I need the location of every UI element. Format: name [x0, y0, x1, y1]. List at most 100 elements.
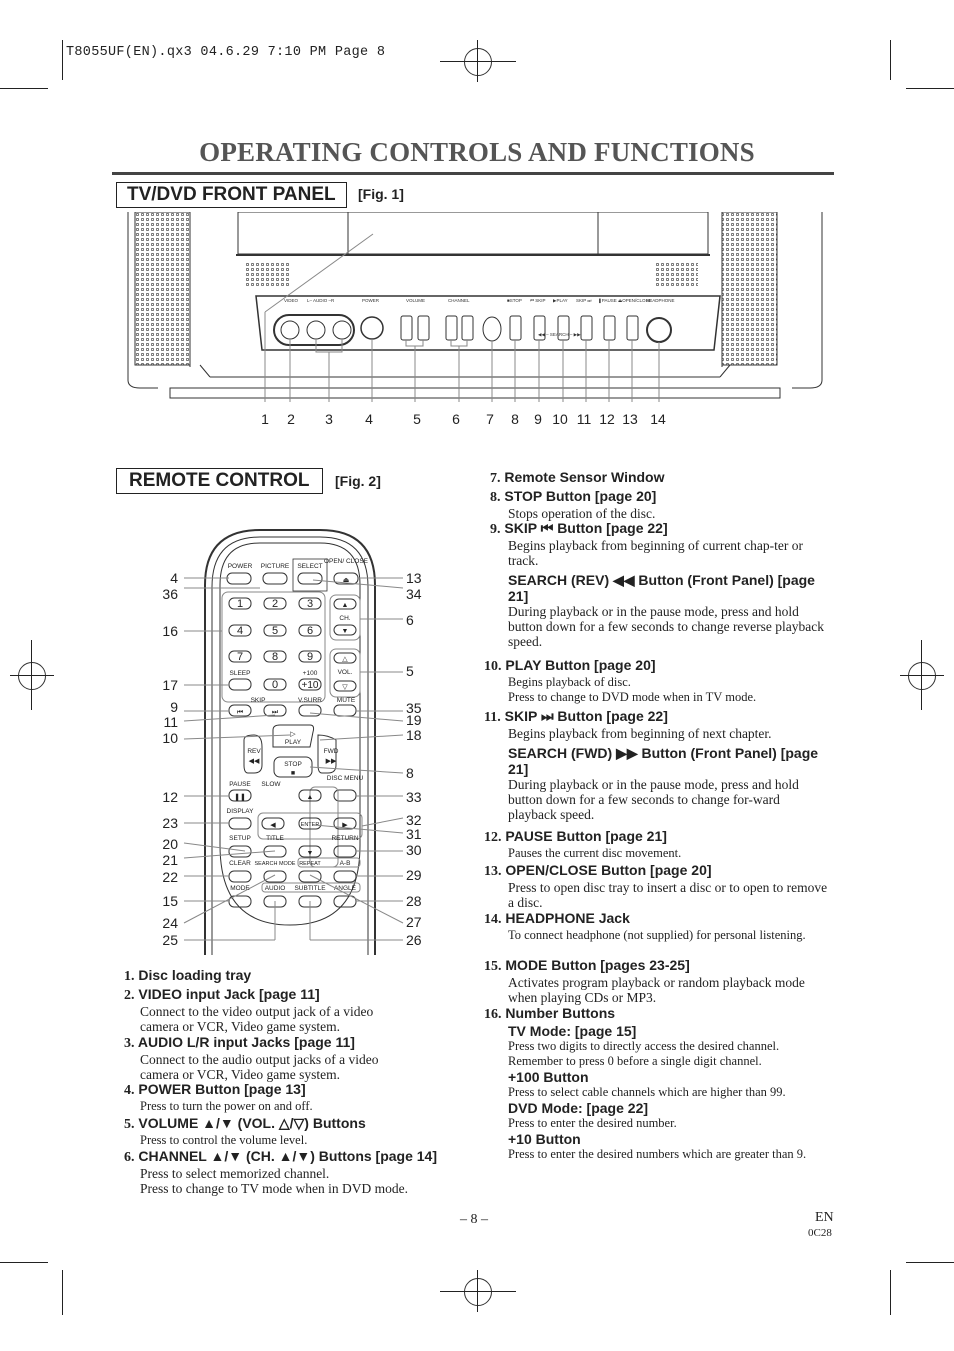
fp-label-power: POWER: [362, 298, 380, 303]
grille-left: [246, 262, 290, 288]
remote-heading: REMOTE CONTROL: [116, 468, 323, 494]
rc-callout-31: 31: [406, 826, 422, 842]
rc-btn-0[interactable]: 0: [272, 679, 278, 691]
rc-label-audio: AUDIO: [265, 885, 286, 892]
item-title: VIDEO input Jack [page 11]: [138, 986, 320, 1002]
rc-label-slow: SLOW: [261, 781, 281, 788]
audio-r-jack: [332, 320, 352, 340]
crop-mark: [440, 1291, 516, 1292]
volume-up-button: [417, 315, 430, 341]
rc-callout-11: 11: [163, 714, 178, 730]
rc-label-title: TITLE: [266, 835, 284, 842]
down-arrow-icon: ▼: [307, 850, 314, 857]
rc-label-vol: VOL.: [338, 669, 353, 676]
rc-label-mute: MUTE: [337, 697, 356, 704]
channel-up-button: [461, 315, 474, 341]
left-arrow-icon: ◀: [270, 822, 276, 829]
fp-label-skip-rev: ⏮ SKIP: [530, 298, 546, 303]
rc-callout-23: 23: [162, 815, 178, 831]
item-4: 4. POWER Button [page 13] Press to turn …: [124, 1081, 469, 1114]
item-title: POWER Button [page 13]: [138, 1081, 306, 1097]
item-5: 5. VOLUME ▲/▼ (VOL. △/▽) Buttons Press t…: [124, 1115, 469, 1148]
pause-icon: ❚❚: [234, 793, 246, 801]
remote-sensor-window: [482, 316, 502, 342]
page-title: OPERATING CONTROLS AND FUNCTIONS: [199, 137, 755, 167]
rc-btn-5[interactable]: 5: [272, 625, 278, 637]
fp-label-skip-fwd: SKIP ⏭: [576, 298, 591, 303]
rc-callout-30: 30: [406, 842, 422, 858]
rc-btn-8[interactable]: 8: [272, 651, 278, 663]
crop-mark: [0, 88, 48, 89]
item-title: AUDIO L/R input Jacks [page 11]: [137, 1034, 355, 1050]
rc-callout-5: 5: [406, 663, 414, 679]
rc-label-power: POWER: [228, 563, 253, 570]
rc-label-ch: CH.: [339, 615, 350, 622]
rc-label-sleep: SLEEP: [230, 670, 251, 677]
fp-label-pause: ❚PAUSE: [598, 298, 617, 304]
rc-callout-6: 6: [406, 612, 414, 628]
rc-callout-21: 21: [162, 852, 178, 868]
rc-callout-29: 29: [406, 867, 422, 883]
ch-up-icon: ▲: [342, 602, 349, 609]
crop-mark: [10, 675, 54, 676]
rc-label-subtitle: SUBTITLE: [294, 885, 326, 892]
rc-label-stop: STOP: [284, 761, 302, 768]
rc-label-ab: A-B: [340, 860, 351, 867]
rc-label-setup: SETUP: [229, 835, 251, 842]
fp-label-volume: VOLUME: [406, 298, 425, 303]
fp-callout-9: 9: [534, 411, 542, 427]
item-title: VOLUME ▲/▼ (VOL. △/▽) Buttons: [138, 1115, 366, 1131]
rc-btn-9[interactable]: 9: [307, 651, 313, 663]
fp-callout-4: 4: [365, 411, 373, 427]
rc-btn-3[interactable]: 3: [307, 598, 313, 610]
rc-btn-6[interactable]: 6: [307, 625, 313, 637]
rev-icon: ◀◀: [249, 758, 260, 765]
rc-label-picture: PICTURE: [261, 563, 290, 570]
crop-mark: [890, 1270, 891, 1315]
rc-btn-7[interactable]: 7: [237, 651, 243, 663]
rc-label-search-mode: SEARCH MODE: [255, 861, 296, 867]
crop-mark: [890, 40, 891, 80]
front-panel-heading: TV/DVD FRONT PANEL: [116, 182, 347, 208]
item-15: 15. MODE Button [pages 23-25] Activates …: [484, 957, 805, 1005]
front-panel-illustration: VIDEO L– AUDIO –R POWER VOLUME CHANNEL ■…: [127, 212, 823, 427]
rc-label-plus100: +100: [303, 670, 318, 677]
vol-down-icon: ▽: [342, 684, 348, 691]
skip-rev-icon: ⏮: [237, 709, 243, 716]
remote-illustration: POWER PICTURE SELECT OPEN/ CLOSE 1 2 3 4…: [162, 529, 422, 955]
rc-callout-18: 18: [406, 727, 422, 743]
rc-label-rev: REV: [247, 748, 261, 755]
item-7: 7. Remote Sensor Window: [490, 469, 665, 486]
rc-callout-20: 20: [162, 836, 178, 852]
rc-btn-2[interactable]: 2: [272, 598, 278, 610]
crop-mark: [62, 40, 63, 80]
grille-right: [654, 262, 698, 288]
rc-callout-13: 13: [406, 570, 422, 586]
rc-btn-4[interactable]: 4: [237, 625, 243, 637]
volume-down-button: [400, 315, 413, 341]
registration-mark: [464, 1278, 492, 1306]
skip-fwd-button: [580, 315, 593, 341]
fp-label-search: ◀◀ – SEARCH – ▶▶: [538, 332, 581, 337]
crop-mark: [440, 61, 516, 62]
fp-label-audio: L– AUDIO –R: [307, 298, 335, 303]
stop-button: [509, 315, 522, 341]
channel-down-button: [445, 315, 458, 341]
fp-callout-12: 12: [599, 411, 615, 427]
rc-label-pause: PAUSE: [229, 781, 251, 788]
fp-callout-11: 11: [577, 411, 592, 427]
audio-l-jack: [306, 320, 326, 340]
disc-tray: [237, 212, 709, 255]
language-code: EN: [815, 1210, 834, 1225]
rc-label-clear: CLEAR: [229, 860, 251, 867]
rc-callout-15: 15: [162, 893, 178, 909]
rc-btn-1[interactable]: 1: [237, 598, 243, 610]
rc-callout-24: 24: [162, 915, 178, 931]
page-number: – 8 –: [460, 1212, 488, 1227]
fp-callout-5: 5: [413, 411, 421, 427]
item-desc: Connect to the video output jack of a vi…: [140, 1004, 374, 1019]
item-8: 8. STOP Button [page 20] Stops operation…: [490, 488, 657, 521]
fp-label-stop: ■STOP: [507, 298, 522, 303]
rc-btn-plus10[interactable]: +10: [302, 680, 319, 691]
rc-callout-28: 28: [406, 893, 422, 909]
